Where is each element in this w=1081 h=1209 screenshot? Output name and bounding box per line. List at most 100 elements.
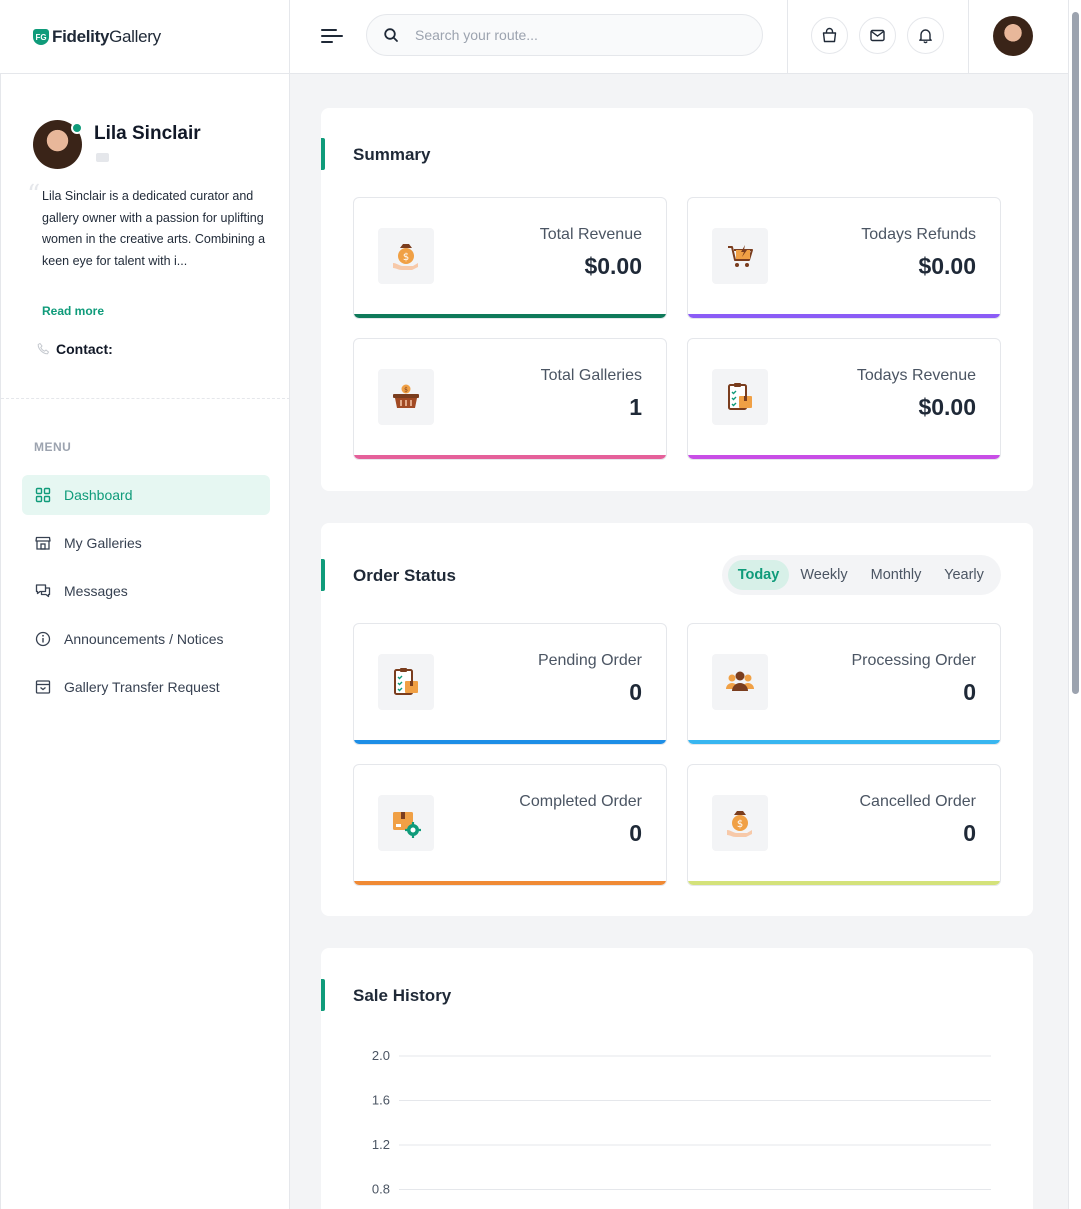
chart-y-tick-label: 1.2 [372,1137,390,1152]
stat-value: 1 [629,394,642,420]
svg-text:$: $ [403,252,409,263]
stat-card-total-revenue: $ Total Revenue $0.00 [353,197,667,319]
stat-card-todays-refunds: Todays Refunds $0.00 [687,197,1001,319]
tab-weekly[interactable]: Weekly [793,560,855,590]
stat-value: 0 [963,679,976,705]
sidebar-item-gallery-transfer-request[interactable]: Gallery Transfer Request [22,667,270,707]
stat-icon-box: $ [712,795,768,851]
money-bag-hand-icon: $ [727,811,752,837]
sale-history-chart: 2.0 1.6 1.2 0.8 [372,1048,991,1197]
order-status-panel: Order Status Today Weekly Monthly Yearly… [321,523,1033,916]
sidebar-item-label: My Galleries [64,535,142,551]
search-box [366,14,763,56]
stat-value: 0 [629,679,642,705]
sidebar-item-announcements[interactable]: Announcements / Notices [22,619,270,659]
menu-toggle-button[interactable] [321,26,343,44]
shopping-bag-button[interactable] [811,17,848,54]
brand-name: FidelityGallery [52,27,161,47]
stat-color-bar [354,455,666,459]
sidebar-item-dashboard[interactable]: Dashboard [22,475,270,515]
stat-color-bar [688,455,1000,459]
stat-color-bar [688,881,1000,885]
stat-label: Total Galleries [540,367,642,384]
mail-button[interactable] [859,17,896,54]
contact-label: Contact: [56,341,113,357]
stat-value: $0.00 [584,253,642,279]
brand-name-bold: Fidelity [52,27,110,46]
stat-icon-box [712,369,768,425]
box-gear-icon [393,812,421,838]
tab-today[interactable]: Today [728,560,789,590]
profile-bio: Lila Sinclair is a dedicated curator and… [42,189,266,268]
chat-icon [35,584,51,598]
money-bag-hand-icon: $ [393,244,418,270]
bell-icon [919,29,932,44]
verified-badge-icon [71,122,83,134]
info-icon [35,631,51,647]
chart-y-tick-label: 0.8 [372,1182,390,1197]
stat-label: Total Revenue [539,226,642,243]
stat-icon-box [378,654,434,710]
clipboard-box-icon [394,668,418,695]
stat-value: $0.00 [918,394,976,420]
sidebar: Lila Sinclair “ Lila Sinclair is a dedic… [0,74,290,1209]
shopping-bag-icon [822,27,837,43]
stat-card-pending-order: Pending Order 0 [353,623,667,745]
page-scrollbar[interactable] [1068,0,1081,1209]
stat-value: 0 [629,820,642,846]
menu-icon-line [321,41,333,43]
notifications-button[interactable] [907,17,944,54]
stat-value: $0.00 [918,253,976,279]
email-icon [96,153,109,162]
search-input[interactable] [415,27,735,43]
period-tabs: Today Weekly Monthly Yearly [722,555,1001,595]
clipboard-box-icon [728,383,752,410]
stat-icon-box: $ [378,369,434,425]
sale-history-panel: Sale History 2.0 1.6 1.2 0.8 [321,948,1033,1209]
store-icon [35,536,51,550]
sidebar-item-label: Messages [64,583,128,599]
menu-icon [321,29,337,31]
panel-title: Order Status [353,566,456,585]
top-bar: FG FidelityGallery [0,0,1068,74]
stat-color-bar [354,740,666,744]
menu-icon-line [321,35,343,37]
brand-name-light: Gallery [109,27,161,46]
user-avatar[interactable] [993,16,1033,56]
stat-label: Completed Order [519,793,642,810]
header-divider [968,0,969,74]
sidebar-item-label: Dashboard [64,487,133,503]
header-divider [787,0,788,74]
scrollbar-thumb[interactable] [1072,12,1079,694]
stat-card-todays-revenue: Todays Revenue $0.00 [687,338,1001,460]
stat-color-bar [354,314,666,318]
grid-icon [35,487,51,503]
phone-icon [37,342,50,355]
stat-card-total-galleries: $ Total Galleries 1 [353,338,667,460]
panel-accent [321,138,325,170]
search-icon [384,28,398,42]
stat-card-cancelled-order: $ Cancelled Order 0 [687,764,1001,886]
mail-icon [870,29,885,42]
sidebar-item-label: Announcements / Notices [64,631,224,647]
basket-icon: $ [393,384,419,408]
stat-label: Todays Refunds [861,226,976,243]
sidebar-item-my-galleries[interactable]: My Galleries [22,523,270,563]
read-more-link[interactable]: Read more [42,304,104,318]
stat-icon-box [378,795,434,851]
stat-color-bar [688,740,1000,744]
profile-name: Lila Sinclair [94,123,201,144]
brand[interactable]: FG FidelityGallery [0,0,290,74]
chart-y-tick-label: 2.0 [372,1048,390,1063]
tab-monthly[interactable]: Monthly [862,560,930,590]
stat-icon-box [712,654,768,710]
panel-accent [321,559,325,591]
people-group-icon [726,671,754,691]
tab-yearly[interactable]: Yearly [936,560,992,590]
stat-icon-box: $ [378,228,434,284]
brand-logo-icon: FG [33,29,49,45]
panel-title: Summary [353,145,431,164]
stat-color-bar [354,881,666,885]
stat-label: Cancelled Order [859,793,977,810]
sidebar-item-messages[interactable]: Messages [22,571,270,611]
